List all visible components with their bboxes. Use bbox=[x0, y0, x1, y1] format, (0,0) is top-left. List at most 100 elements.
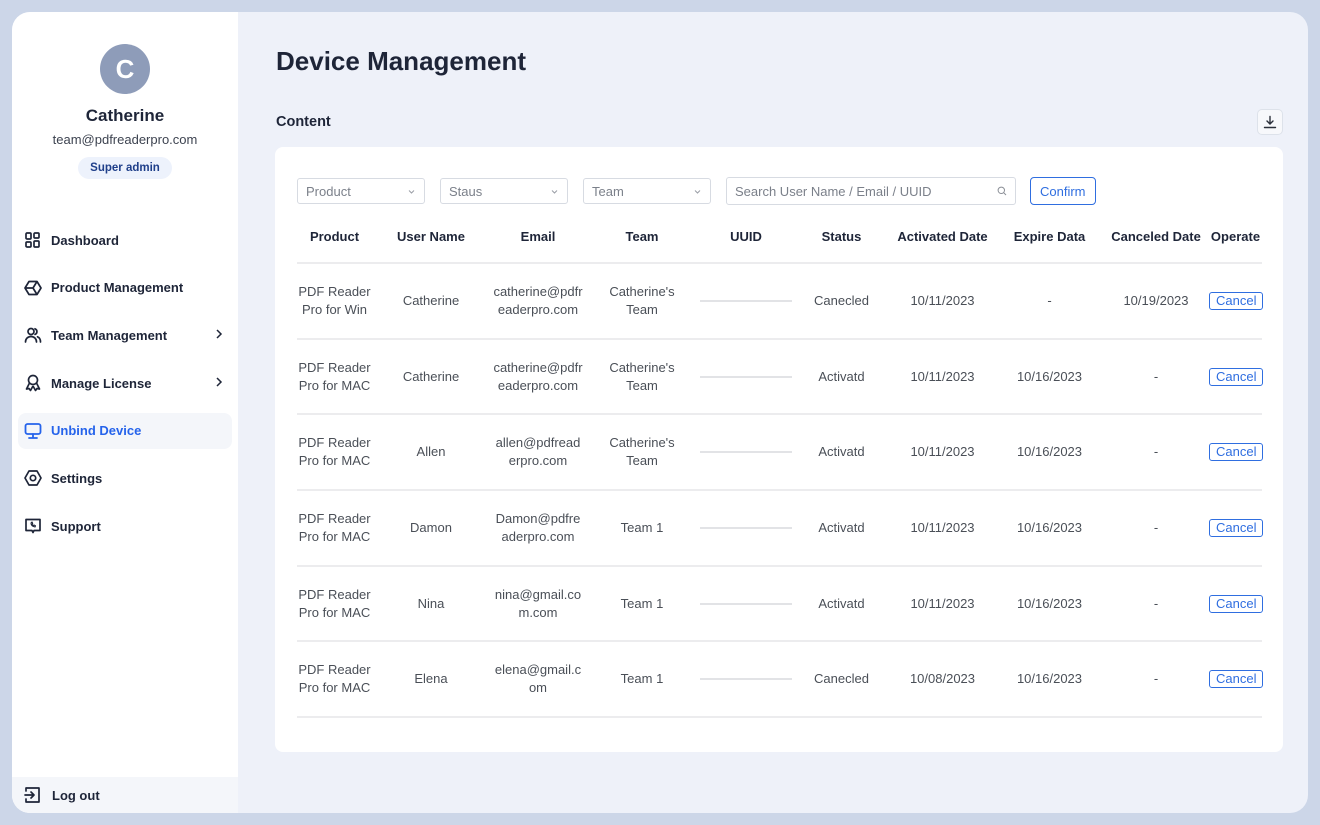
cell-status: Activatd bbox=[794, 490, 889, 567]
cell-operate: Cancel bbox=[1209, 565, 1264, 643]
app-window: C Catherine team@pdfreaderpro.com Super … bbox=[12, 12, 1308, 813]
column-header-operate: Operate bbox=[1209, 219, 1262, 264]
chevron-right-icon bbox=[216, 377, 223, 387]
cell-product: PDF Reader Pro for Win bbox=[297, 263, 372, 340]
box-icon bbox=[24, 279, 42, 297]
cell-product-text: PDF Reader Pro for MAC bbox=[298, 586, 371, 620]
cell-canceled-date: - bbox=[1103, 565, 1209, 643]
cancel-button[interactable]: Cancel bbox=[1209, 518, 1264, 537]
sidebar-item-label: Support bbox=[51, 518, 101, 534]
column-header-status: Status bbox=[794, 219, 889, 264]
sidebar-item-product-management[interactable]: Product Management bbox=[18, 270, 232, 306]
cell-expire-date: 10/16/2023 bbox=[996, 414, 1103, 492]
cell-email-text: elena@gmail.com bbox=[494, 662, 582, 696]
cell-expire-date: 10/16/2023 bbox=[996, 338, 1103, 416]
cell-user-name-text: Allen bbox=[416, 444, 446, 460]
cell-product-text: PDF Reader Pro for MAC bbox=[298, 662, 371, 696]
column-header-user-name: User Name bbox=[372, 219, 490, 264]
status-select[interactable]: Staus bbox=[440, 178, 568, 204]
cell-email-text: Damon@pdfreaderpro.com bbox=[495, 510, 581, 544]
cell-product-text: PDF Reader Pro for MAC bbox=[298, 435, 371, 469]
cell-canceled-date: - bbox=[1103, 338, 1209, 416]
sidebar-item-label: Team Management bbox=[51, 327, 168, 343]
column-header-uuid: UUID bbox=[698, 219, 794, 264]
cell-expire-date-text: 10/16/2023 bbox=[1016, 671, 1083, 687]
cell-activated-date-text: 10/11/2023 bbox=[910, 444, 975, 460]
cell-uuid bbox=[698, 565, 794, 643]
page-title: Device Management bbox=[276, 46, 526, 76]
search-input[interactable] bbox=[735, 183, 997, 199]
cell-canceled-date-text: - bbox=[1153, 519, 1159, 535]
cell-uuid bbox=[698, 263, 794, 340]
sidebar-item-settings[interactable]: Settings bbox=[18, 460, 232, 496]
cell-product-text: PDF Reader Pro for Win bbox=[298, 283, 371, 317]
cell-status: Canecled bbox=[794, 263, 889, 340]
cell-email: Damon@pdfreaderpro.com bbox=[490, 490, 586, 567]
cell-uuid bbox=[698, 414, 794, 492]
users-icon bbox=[24, 326, 42, 344]
cancel-button[interactable]: Cancel bbox=[1209, 367, 1264, 386]
section-title: Content bbox=[276, 114, 331, 130]
main-content: Device Management Content Product Staus … bbox=[238, 12, 1308, 813]
cell-status-text: Activatd bbox=[818, 444, 865, 460]
cancel-button[interactable]: Cancel bbox=[1209, 443, 1264, 462]
cell-expire-date: 10/16/2023 bbox=[996, 565, 1103, 643]
cell-status-text: Activatd bbox=[818, 368, 865, 384]
download-button[interactable] bbox=[1257, 109, 1283, 135]
cell-expire-date: 10/16/2023 bbox=[996, 490, 1103, 567]
logout-label: Log out bbox=[52, 787, 100, 803]
uuid-placeholder bbox=[700, 526, 792, 529]
sidebar-item-label: Unbind Device bbox=[51, 423, 142, 439]
cell-email: catherine@pdfreaderpro.com bbox=[490, 263, 586, 340]
cell-activated-date-text: 10/08/2023 bbox=[909, 671, 976, 687]
cancel-button[interactable]: Cancel bbox=[1209, 594, 1264, 613]
cell-activated-date: 10/08/2023 bbox=[889, 641, 996, 719]
table-row: PDF Reader Pro for MAC Damon Damon@pdfread… bbox=[297, 490, 1264, 567]
cell-activated-date: 10/11/2023 bbox=[889, 414, 996, 492]
search-icon bbox=[997, 186, 1007, 196]
cell-operate: Cancel bbox=[1209, 414, 1264, 492]
cell-expire-date: - bbox=[996, 263, 1103, 340]
status-select-label: Staus bbox=[449, 183, 483, 199]
column-header-team: Team bbox=[586, 219, 698, 264]
logout-icon bbox=[24, 787, 40, 803]
cell-user-name-text: Catherine bbox=[402, 368, 460, 384]
monitor-icon bbox=[24, 422, 42, 440]
team-select[interactable]: Team bbox=[583, 178, 711, 204]
cell-uuid bbox=[698, 338, 794, 416]
cell-activated-date: 10/11/2023 bbox=[889, 490, 996, 567]
column-header-product: Product bbox=[297, 219, 372, 264]
sidebar-item-unbind-device[interactable]: Unbind Device bbox=[18, 412, 232, 449]
cancel-button[interactable]: Cancel bbox=[1209, 291, 1264, 310]
product-select[interactable]: Product bbox=[297, 178, 425, 204]
cell-uuid bbox=[698, 490, 794, 567]
sidebar-item-label: Product Management bbox=[51, 280, 184, 296]
sidebar-item-team-management[interactable]: Team Management bbox=[18, 317, 232, 353]
cell-team: Team 1 bbox=[586, 565, 698, 643]
cell-status-text: Activatd bbox=[818, 595, 865, 611]
table-row: PDF Reader Pro for Win Catherine catherine… bbox=[297, 263, 1264, 340]
confirm-button[interactable]: Confirm bbox=[1030, 177, 1096, 205]
table-header-row: Product User Name Email Team UUID Status… bbox=[297, 219, 1262, 264]
support-icon bbox=[24, 517, 42, 535]
cell-product-text: PDF Reader Pro for MAC bbox=[298, 510, 371, 544]
uuid-placeholder bbox=[700, 375, 792, 378]
cell-team: Team 1 bbox=[586, 490, 698, 567]
cell-status-text: Canecled bbox=[814, 292, 869, 308]
cell-activated-date-text: 10/11/2023 bbox=[910, 368, 975, 384]
sidebar-nav: Dashboard Product Management Team Manage… bbox=[12, 222, 238, 556]
sidebar-item-support[interactable]: Support bbox=[18, 508, 232, 544]
sidebar-item-dashboard[interactable]: Dashboard bbox=[18, 222, 232, 258]
cell-status-text: Activatd bbox=[818, 519, 865, 535]
cell-canceled-date: - bbox=[1103, 641, 1209, 719]
cell-product: PDF Reader Pro for MAC bbox=[297, 338, 372, 416]
award-icon bbox=[24, 374, 42, 392]
cell-operate: Cancel bbox=[1209, 641, 1264, 719]
cancel-button[interactable]: Cancel bbox=[1209, 670, 1264, 689]
sidebar-item-manage-license[interactable]: Manage License bbox=[18, 365, 232, 401]
chevron-down-icon bbox=[551, 189, 558, 194]
cell-canceled-date: 10/19/2023 bbox=[1103, 263, 1209, 340]
cell-team: Catherine's Team bbox=[586, 338, 698, 416]
logout-button[interactable]: Log out bbox=[12, 777, 238, 813]
cell-team-text: Catherine's Team bbox=[609, 359, 675, 393]
